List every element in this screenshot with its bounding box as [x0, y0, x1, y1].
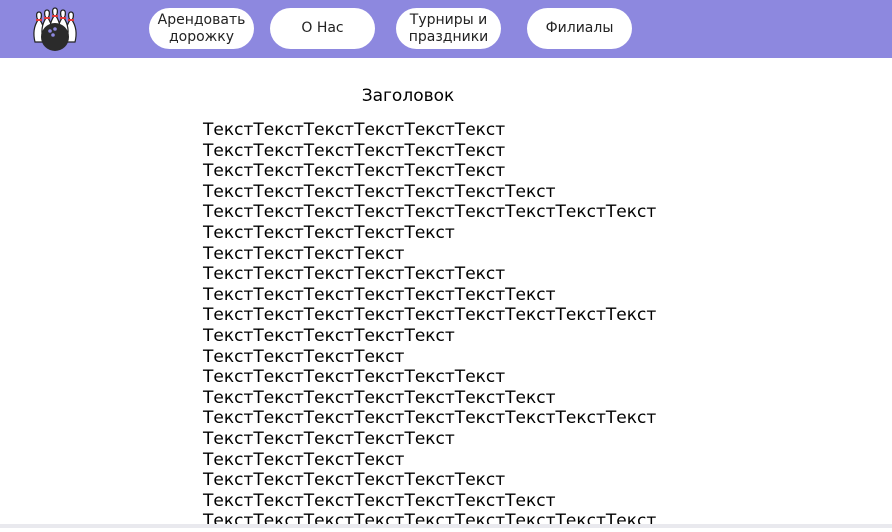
text-line: ТекстТекстТекстТекстТекстТекст [203, 367, 506, 388]
text-line: ТекстТекстТекстТекстТекстТекстТекст [203, 490, 556, 511]
nav-about-button[interactable]: О Нас [270, 8, 375, 49]
nav-branches-button[interactable]: Филиалы [527, 8, 632, 49]
text-line: ТекстТекстТекстТекстТекстТекстТекстТекст… [203, 305, 657, 326]
text-line: ТекстТекстТекстТекстТекстТекстТекстТекст… [203, 511, 657, 532]
text-line: ТекстТекстТекстТекстТекст [203, 325, 455, 346]
text-line: ТекстТекстТекстТекст [203, 346, 405, 367]
text-line: ТекстТекстТекстТекстТекстТекстТекстТекст… [203, 202, 657, 223]
bottom-divider [0, 524, 892, 528]
nav-tournaments-button[interactable]: Турниры и праздники [396, 8, 501, 49]
text-line: ТекстТекстТекстТекстТекстТекстТекст [203, 181, 556, 202]
text-line: ТекстТекстТекстТекстТекстТекстТекст [203, 387, 556, 408]
text-line: ТекстТекстТекстТекст [203, 243, 405, 264]
page-title: Заголовок [361, 86, 455, 106]
text-line: ТекстТекстТекстТекстТекстТекст [203, 264, 506, 285]
body-text: ТекстТекстТекстТекстТекстТекст ТекстТекс… [203, 120, 656, 532]
bowling-logo-icon[interactable] [29, 7, 81, 53]
text-line: ТекстТекстТекстТекстТекстТекстТекст [203, 284, 556, 305]
text-line: ТекстТекстТекстТекстТекст [203, 222, 455, 243]
text-line: ТекстТекстТекстТекстТекст [203, 428, 455, 449]
text-line: ТекстТекстТекстТекстТекстТекст [203, 140, 506, 161]
text-line: ТекстТекстТекстТекстТекстТекст [203, 120, 506, 140]
text-line: ТекстТекстТекстТекстТекстТекст [203, 470, 506, 491]
text-line: ТекстТекстТекстТекстТекстТекстТекстТекст… [203, 408, 657, 429]
header: Арендовать дорожку О Нас Турниры и празд… [0, 0, 892, 58]
text-line: ТекстТекстТекстТекстТекстТекст [203, 161, 506, 182]
nav-rent-lane-button[interactable]: Арендовать дорожку [149, 8, 254, 49]
text-line: ТекстТекстТекстТекст [203, 449, 405, 470]
